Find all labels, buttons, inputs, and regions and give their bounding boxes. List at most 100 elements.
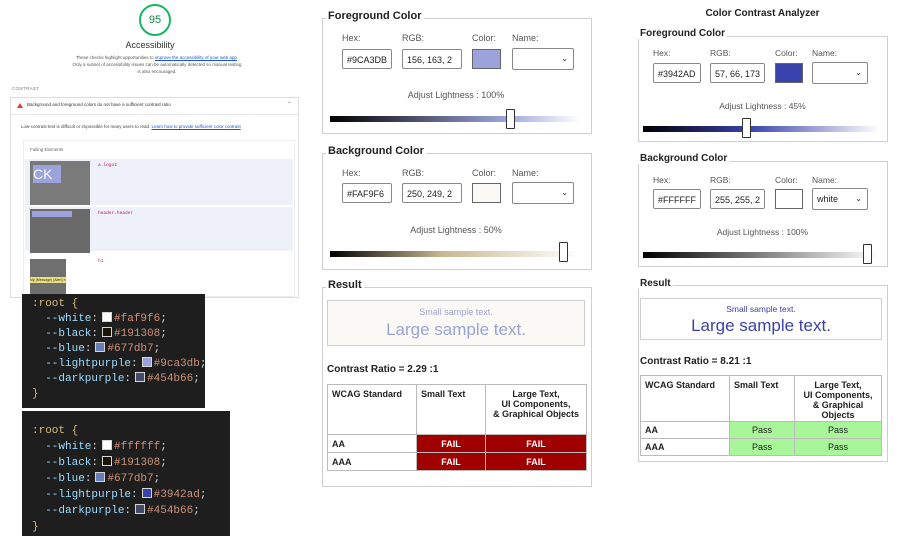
standard-cell: AAA [327, 452, 417, 471]
color-swatch-icon [135, 504, 146, 514]
foreground-name-select[interactable]: ⌄ [812, 62, 868, 84]
background-name-select[interactable]: ⌄ [512, 182, 574, 204]
name-label: Name: [812, 48, 838, 58]
slider-thumb[interactable] [559, 242, 568, 262]
result-cell: Pass [794, 438, 882, 456]
table-row: AAA Pass Pass [640, 438, 882, 456]
color-swatch-icon [102, 327, 113, 337]
code-line: --lightpurple: #3942ad; [45, 488, 207, 501]
element-screenshot: My (Message) (Alert) her [30, 259, 66, 295]
col-header-standard: WCAG Standard [327, 384, 417, 435]
var-name: --darkpurple [45, 373, 125, 385]
foreground-rgb-input[interactable]: 57, 66, 173 [710, 63, 765, 83]
result-cell: Pass [729, 438, 795, 456]
accessibility-docs-link[interactable]: improve the accessibility of your web ap… [155, 55, 237, 60]
col-header-large: Large Text, UI Components, & Graphical Obj… [485, 384, 587, 435]
foreground-legend: Foreground Color [638, 28, 727, 39]
var-value: #677db7 [107, 343, 154, 355]
background-legend: Background Color [326, 145, 426, 157]
chevron-down-icon: ⌄ [561, 54, 568, 63]
background-lightness-slider[interactable] [330, 251, 580, 257]
color-swatch-icon [102, 456, 113, 466]
var-value: #9ca3db [153, 358, 200, 370]
foreground-lightness-slider[interactable] [643, 126, 879, 132]
wcag-table: WCAG Standard Small Text Large Text, UI C… [640, 375, 882, 456]
large-sample-text: Large sample text. [691, 316, 831, 335]
contrast-docs-link[interactable]: Learn how to provide sufficient color co… [151, 124, 240, 129]
col-header-standard: WCAG Standard [640, 375, 730, 422]
background-color-swatch[interactable] [775, 189, 803, 209]
var-value: #454b66 [147, 505, 194, 517]
var-name: --lightpurple [45, 489, 132, 501]
hex-label: Hex: [653, 175, 671, 185]
foreground-color-swatch[interactable] [472, 49, 501, 69]
audit-header[interactable]: Background and foreground colors do not … [11, 98, 298, 115]
color-label: Color: [775, 175, 798, 185]
hex-label: Hex: [342, 168, 361, 178]
header-line: & Graphical Objects [812, 400, 864, 420]
background-lightness-slider[interactable] [643, 252, 879, 258]
lightness-label: Adjust Lightness : 100% [407, 90, 505, 100]
code-line: :root { [32, 424, 78, 440]
header-line: Large Text, [512, 389, 560, 399]
description-text: These checks highlight opportunities to [75, 55, 155, 60]
background-rgb-input[interactable]: 255, 255, 2 [710, 189, 765, 209]
col-header-small: Small Text [729, 375, 795, 422]
contrast-audit: Background and foreground colors do not … [10, 97, 299, 298]
code-line: --white: #faf9f6; [45, 312, 167, 325]
slider-thumb[interactable] [742, 118, 751, 138]
foreground-rgb-input[interactable]: 156, 163, 2 [402, 49, 462, 69]
var-name: --white [45, 441, 92, 453]
code-line: --lightpurple: #9ca3db; [45, 357, 207, 370]
var-value: #3942ad [153, 489, 200, 501]
code-line: :root { [32, 297, 78, 313]
background-name-select[interactable]: white ⌄ [812, 188, 868, 210]
result-cell: Pass [794, 421, 882, 439]
table-header-row: WCAG Standard Small Text Large Text, UI C… [640, 375, 882, 422]
header-line: Large Text, [814, 380, 862, 390]
chevron-down-icon: ⌄ [561, 188, 568, 197]
color-swatch-icon [95, 472, 106, 482]
slider-thumb[interactable] [863, 244, 872, 264]
foreground-hex-input[interactable]: #3942AD [653, 63, 701, 83]
select-value: white [817, 194, 839, 204]
section-label: CONTRAST [12, 86, 40, 91]
table-row: AA FAIL FAIL [327, 434, 587, 453]
foreground-lightness-slider[interactable] [330, 116, 580, 122]
audit-description-text: Low-contrast text is difficult or imposs… [21, 124, 152, 129]
table-row: AAA FAIL FAIL [327, 452, 587, 471]
result-cell: FAIL [485, 434, 587, 453]
header-line: & Graphical Objects [492, 409, 580, 419]
hex-label: Hex: [342, 33, 361, 43]
background-color-swatch[interactable] [472, 183, 501, 203]
code-line: --black: #191308; [45, 456, 167, 469]
hex-label: Hex: [653, 48, 671, 58]
small-sample-text: Small sample text. [726, 304, 796, 314]
name-label: Name: [512, 33, 539, 43]
lighthouse-report: 95 Accessibility These checks highlight … [0, 0, 300, 298]
background-hex-input[interactable]: #FFFFFF [653, 189, 701, 209]
result-cell: FAIL [416, 452, 486, 471]
chevron-up-icon[interactable]: ⌃ [287, 101, 292, 108]
category-description: These checks highlight opportunities to … [72, 54, 242, 75]
audit-description: Low-contrast text is difficult or imposs… [21, 124, 241, 129]
contrast-tool-after: Color Contrast Analyzer Foreground Color… [635, 0, 890, 470]
code-line: --blue: #677db7; [45, 342, 161, 355]
logo-text: CK [33, 165, 61, 183]
slider-thumb[interactable] [506, 109, 515, 129]
foreground-name-select[interactable]: ⌄ [512, 48, 574, 70]
background-rgb-input[interactable]: 250, 249, 2 [402, 183, 462, 203]
var-name: --black [45, 457, 92, 469]
color-label: Color: [775, 48, 798, 58]
foreground-hex-input[interactable]: #9CA3DB [342, 49, 392, 69]
background-hex-input[interactable]: #FAF9F6 [342, 183, 392, 203]
closing-brace: } [32, 388, 39, 400]
rgb-label: RGB: [710, 175, 731, 185]
foreground-color-swatch[interactable] [775, 63, 803, 83]
contrast-ratio: Contrast Ratio = 8.21 :1 [640, 356, 752, 367]
lightness-label: Adjust Lightness : 50% [410, 225, 502, 235]
code-line: } [32, 387, 39, 403]
var-name: --lightpurple [45, 358, 132, 370]
var-name: --black [45, 328, 92, 340]
result-legend: Result [326, 279, 364, 291]
